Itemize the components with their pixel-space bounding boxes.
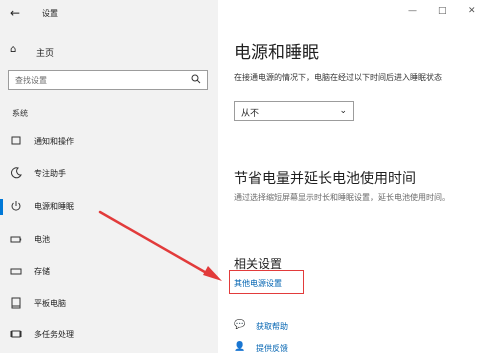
window-title: 设置 — [42, 9, 58, 18]
sidebar-item-focus[interactable]: 专注助手 — [0, 164, 218, 184]
home-label: 主页 — [36, 49, 55, 59]
additional-power-settings-link[interactable]: 其他电源设置 — [234, 278, 282, 289]
sidebar-item-power[interactable]: 电源和睡眠 — [0, 197, 218, 217]
storage-icon — [10, 268, 22, 275]
sidebar-item-label: 专注助手 — [34, 169, 66, 178]
sidebar-item-label: 电池 — [34, 235, 50, 244]
section-label: 系统 — [12, 109, 28, 118]
moon-icon — [11, 167, 22, 179]
maximize-icon[interactable]: □ — [438, 6, 447, 16]
sidebar-item-label: 通知和操作 — [34, 137, 74, 146]
chevron-down-icon: ⌄ — [339, 106, 347, 116]
search-input[interactable]: 查找设置 — [8, 70, 208, 90]
sidebar-item-label: 平板电脑 — [34, 299, 66, 308]
sidebar-item-battery[interactable]: 电池 — [0, 230, 218, 250]
power-sleep-title: 电源和睡眠 — [234, 43, 319, 63]
battery-saving-description: 通过选择缩短屏幕显示时长和睡眠设置，延长电池使用时间。 — [234, 193, 450, 202]
window-controls: — □ ✕ — [404, 6, 484, 20]
tablet-icon — [11, 297, 21, 309]
sidebar-item-label: 存储 — [34, 267, 50, 276]
sidebar-item-storage[interactable]: 存储 — [0, 262, 218, 282]
sidebar-home[interactable]: ⌂ 主页 — [10, 44, 210, 59]
help-icon: 💬 — [234, 320, 246, 330]
multitask-icon — [10, 330, 22, 338]
power-sleep-description: 在接通电源的情况下，电脑在经过以下时间后进入睡眠状态 — [234, 73, 442, 82]
sidebar-item-multitasking[interactable]: 多任务处理 — [0, 325, 218, 345]
close-icon[interactable]: ✕ — [468, 6, 476, 16]
feedback-label: 提供反馈 — [256, 344, 288, 353]
sleep-select-value: 从不 — [241, 109, 260, 119]
sleep-time-select[interactable]: 从不 ⌄ — [234, 101, 354, 121]
help-label: 获取帮助 — [256, 322, 288, 331]
sidebar: ← 设置 ⌂ 主页 查找设置 系统 通知和操作 专注助手 电源和睡眠 电池 存储… — [0, 0, 218, 353]
bell-icon — [11, 136, 21, 145]
power-icon — [11, 201, 21, 211]
feedback-icon: 👤 — [234, 342, 246, 352]
sidebar-item-tablet[interactable]: 平板电脑 — [0, 294, 218, 314]
battery-saving-title: 节省电量并延长电池使用时间 — [234, 171, 416, 187]
back-arrow-icon[interactable]: ← — [10, 6, 26, 20]
search-placeholder: 查找设置 — [15, 76, 47, 85]
home-icon: ⌂ — [10, 44, 17, 55]
sidebar-item-label: 电源和睡眠 — [34, 202, 74, 211]
sidebar-item-notifications[interactable]: 通知和操作 — [0, 132, 218, 152]
battery-icon — [10, 236, 22, 243]
search-icon — [191, 74, 201, 84]
sidebar-item-label: 多任务处理 — [34, 330, 74, 339]
minimize-icon[interactable]: — — [408, 6, 417, 16]
